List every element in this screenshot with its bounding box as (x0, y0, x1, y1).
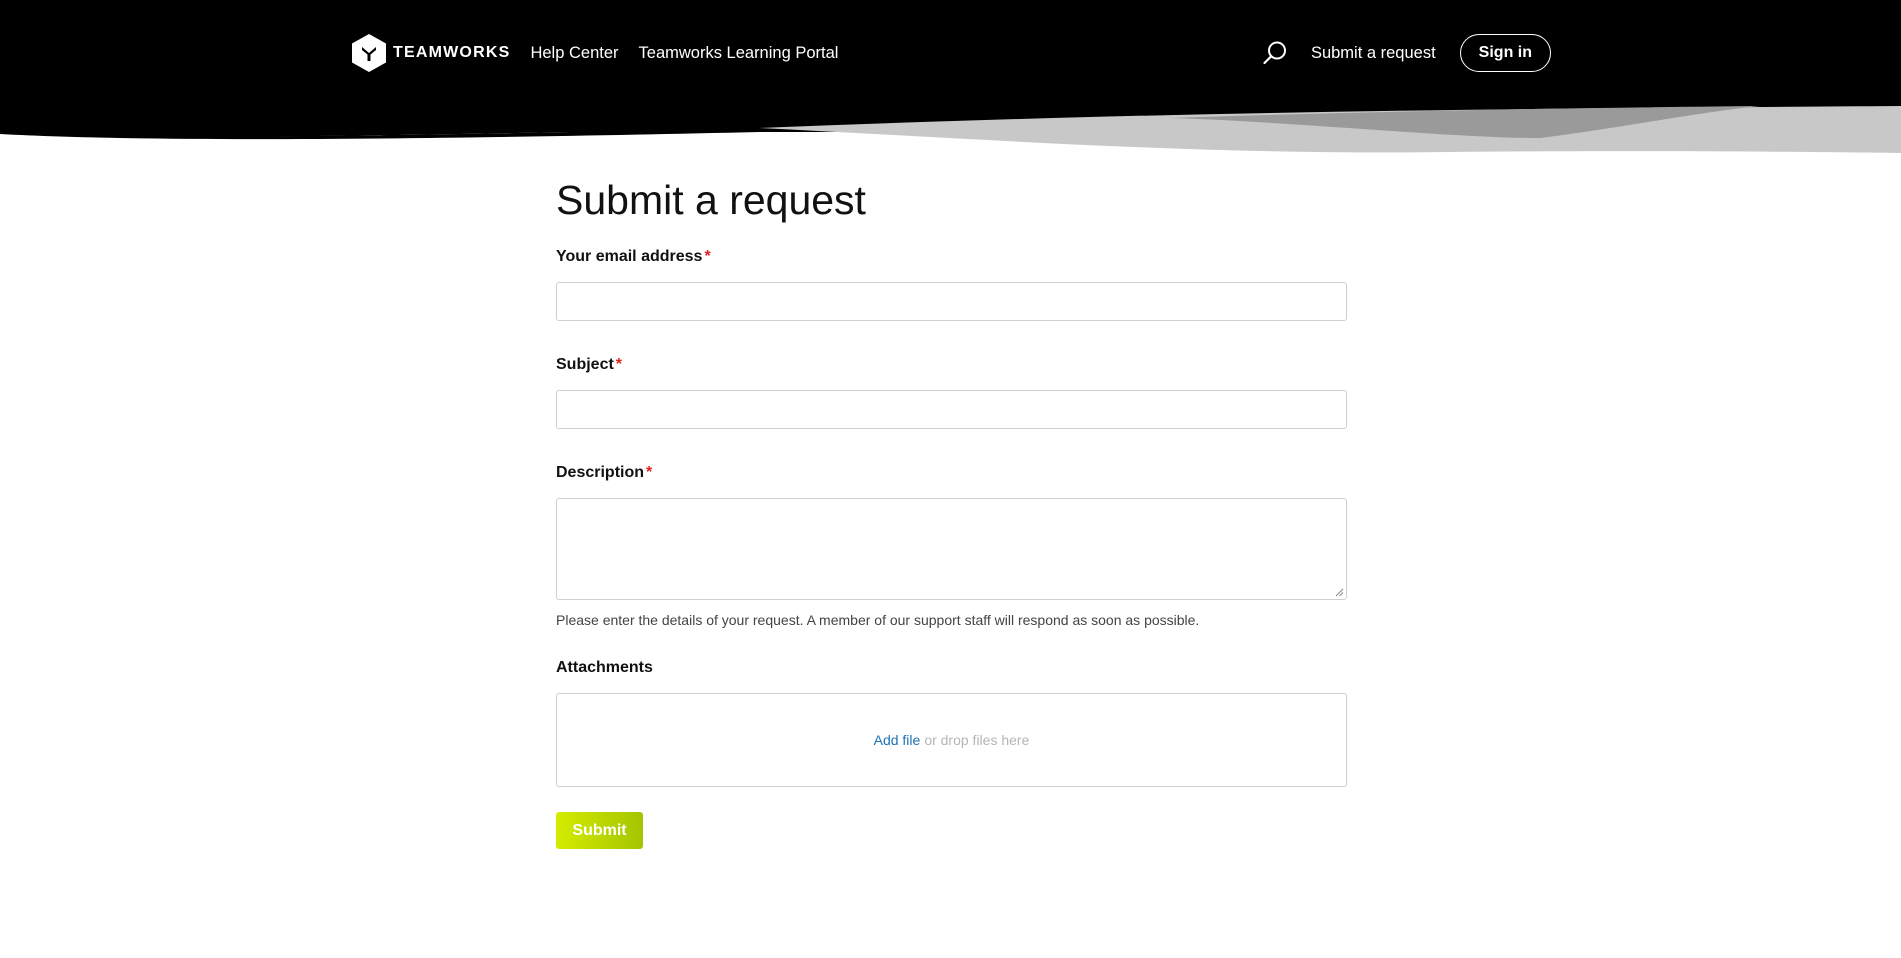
brand-logo[interactable]: TEAMWORKS (351, 33, 510, 73)
email-label-text: Your email address (556, 248, 703, 265)
subject-label-text: Subject (556, 356, 614, 373)
attachments-field-group: Attachments Add file or drop files here (556, 659, 1347, 787)
sign-in-button[interactable]: Sign in (1459, 34, 1551, 72)
add-file-link[interactable]: Add file (874, 732, 921, 748)
drop-files-text: or drop files here (924, 732, 1030, 748)
subject-label: Subject * (556, 356, 1347, 374)
description-label-text: Description (556, 464, 645, 481)
nav-learning-portal[interactable]: Teamworks Learning Portal (639, 44, 839, 63)
required-marker: * (646, 464, 653, 481)
request-form: Submit a request Your email address * Sub… (556, 176, 1347, 849)
search-icon (1263, 41, 1286, 65)
description-hint: Please enter the details of your request… (556, 612, 1200, 628)
site-header: TEAMWORKS Help Center Teamworks Learning… (0, 0, 1901, 160)
page-title: Submit a request (556, 177, 866, 223)
subject-field-group: Subject * (556, 356, 1347, 429)
description-textarea[interactable] (556, 498, 1347, 600)
header-background (0, 0, 1901, 153)
description-label: Description * (556, 464, 1347, 482)
email-label: Your email address * (556, 248, 1347, 266)
attachments-dropzone[interactable]: Add file or drop files here (556, 693, 1347, 787)
nav-help-center[interactable]: Help Center (530, 44, 618, 63)
email-field-group: Your email address * (556, 248, 1347, 321)
header-submit-request-link[interactable]: Submit a request (1311, 44, 1436, 63)
description-field-group: Description * Please enter the details of… (556, 464, 1347, 628)
search-button[interactable] (1261, 39, 1289, 67)
brand-name: TEAMWORKS (393, 44, 511, 61)
submit-button[interactable]: Submit (556, 812, 643, 849)
subject-input[interactable] (556, 390, 1347, 429)
required-marker: * (615, 356, 623, 373)
email-input[interactable] (556, 282, 1347, 321)
resize-handle-icon[interactable] (1335, 588, 1344, 597)
teamworks-logo-icon (352, 34, 386, 72)
attachments-label: Attachments (556, 659, 653, 676)
required-marker: * (704, 248, 711, 265)
